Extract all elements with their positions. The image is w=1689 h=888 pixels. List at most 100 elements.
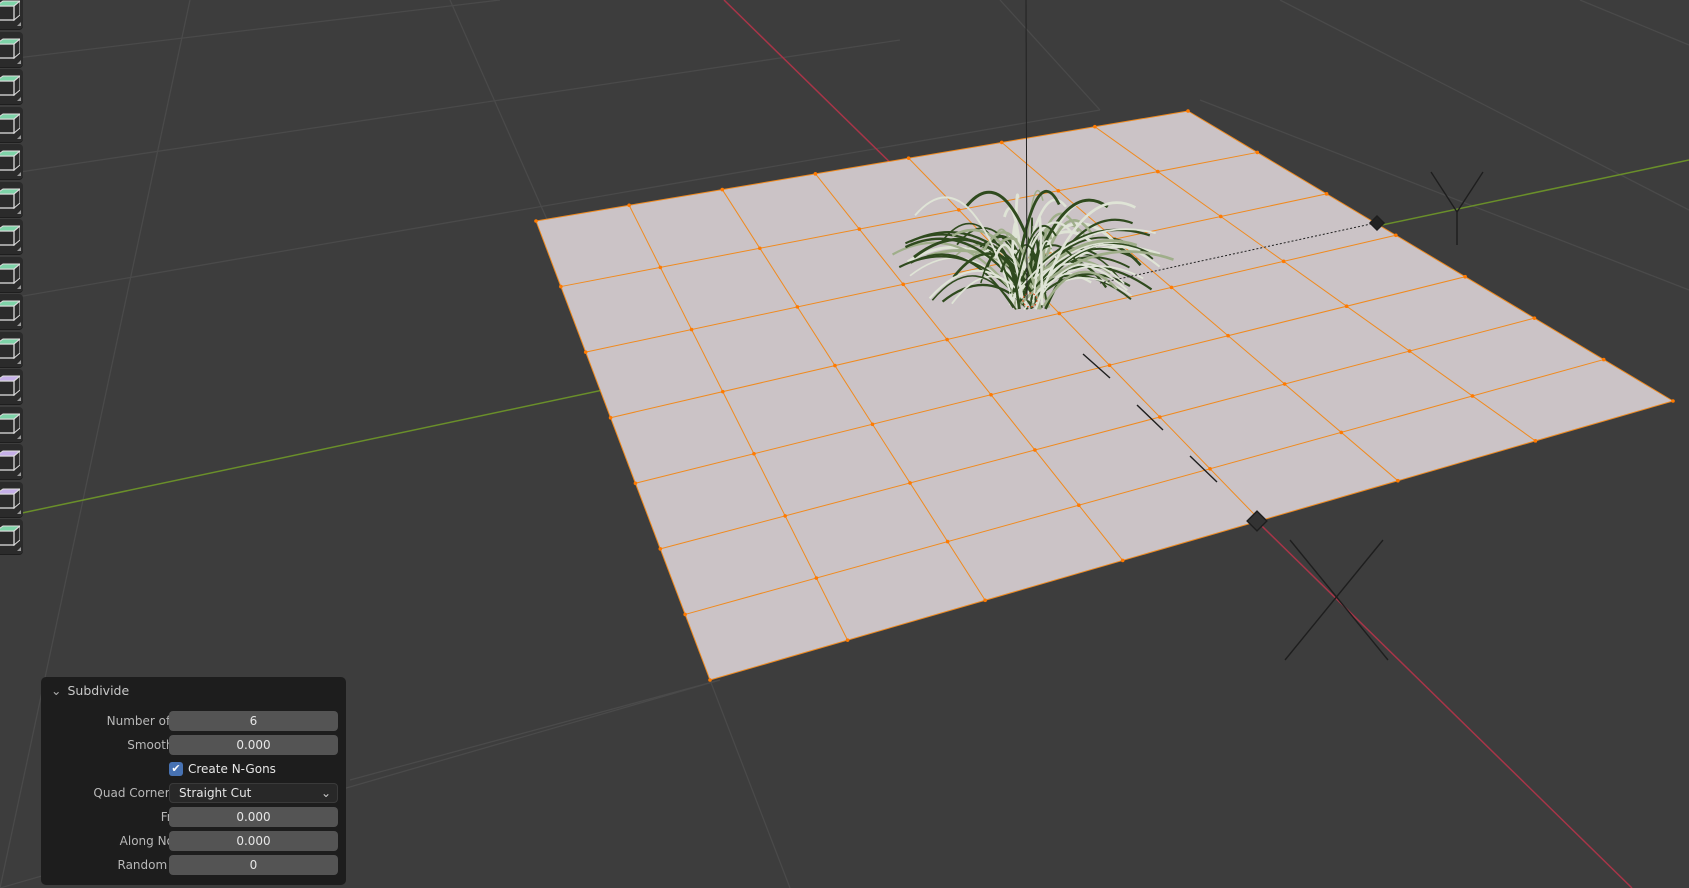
mesh-vertex[interactable] — [708, 678, 712, 682]
smoothness-field[interactable]: 0.000 — [169, 735, 338, 755]
mesh-vertex[interactable] — [833, 363, 837, 368]
quad-corner-type-dropdown[interactable]: Straight Cut ⌄ — [169, 783, 338, 803]
shear-icon — [0, 487, 20, 509]
tool-annotate[interactable] — [0, 0, 23, 30]
mesh-vertex[interactable] — [608, 415, 613, 420]
mesh-vertex[interactable] — [1093, 124, 1097, 129]
knife-icon — [0, 262, 20, 284]
mesh-vertex[interactable] — [720, 389, 725, 394]
mesh-vertex[interactable] — [534, 219, 538, 223]
tool-add-cube[interactable] — [0, 69, 23, 105]
mesh-vertex[interactable] — [857, 227, 862, 231]
tool-knife[interactable] — [0, 256, 23, 293]
mesh-vertex[interactable] — [945, 337, 949, 342]
mesh-vertex[interactable] — [1396, 478, 1400, 483]
mesh-vertex[interactable] — [957, 208, 961, 212]
tool-bevel[interactable] — [0, 181, 23, 218]
number-of-cuts-field[interactable]: 6 — [169, 711, 338, 731]
create-ngons-label[interactable]: Create N-Gons — [188, 762, 276, 776]
mesh-vertex[interactable] — [633, 481, 638, 486]
tool-edge-slide[interactable] — [0, 406, 23, 443]
mesh-vertex[interactable] — [1056, 188, 1061, 193]
mesh-vertex[interactable] — [1169, 285, 1174, 290]
tool-measure[interactable] — [0, 31, 23, 68]
mesh-vertex[interactable] — [845, 638, 850, 642]
mesh-vertex[interactable] — [658, 265, 663, 270]
mesh-vertex[interactable] — [1057, 311, 1062, 316]
bevel-icon — [0, 187, 20, 209]
mesh-vertex[interactable] — [989, 392, 993, 397]
mesh-vertex[interactable] — [1077, 503, 1081, 508]
tool-loop-cut[interactable] — [0, 219, 23, 255]
mesh-vertex[interactable] — [752, 451, 756, 456]
mesh-vertex[interactable] — [689, 327, 694, 332]
measure-icon — [0, 37, 20, 59]
mesh-vertex[interactable] — [814, 576, 819, 580]
create-ngons-checkbox[interactable]: ✔ — [169, 762, 183, 776]
plane-mesh[interactable] — [534, 109, 1675, 682]
mesh-vertex[interactable] — [908, 481, 912, 485]
mesh-vertex[interactable] — [1033, 448, 1037, 452]
fractal-field[interactable]: 0.000 — [169, 807, 338, 827]
mesh-vertex[interactable] — [1255, 150, 1260, 155]
mesh-vertex[interactable] — [1344, 304, 1349, 309]
tool-spin[interactable] — [0, 331, 23, 368]
mesh-vertex[interactable] — [1208, 466, 1212, 471]
mesh-vertex[interactable] — [1532, 316, 1537, 320]
mesh-vertex[interactable] — [627, 203, 631, 208]
tool-inset-faces[interactable] — [0, 144, 23, 180]
tool-poly-build[interactable] — [0, 294, 23, 330]
mesh-vertex[interactable] — [1281, 259, 1286, 264]
mesh-vertex[interactable] — [870, 422, 875, 427]
mesh-vertex[interactable] — [1282, 382, 1287, 386]
quad-corner-type-value: Straight Cut — [179, 786, 252, 800]
mesh-vertex[interactable] — [1470, 394, 1475, 398]
mesh-vertex[interactable] — [1120, 558, 1125, 563]
rip-region-icon — [0, 525, 20, 547]
mesh-vertex[interactable] — [1407, 349, 1412, 353]
mesh-vertex[interactable] — [1601, 357, 1606, 362]
loop-cut-icon — [0, 225, 20, 247]
mesh-vertex[interactable] — [658, 547, 663, 551]
mesh-vertex[interactable] — [783, 514, 787, 518]
along-normal-field[interactable]: 0.000 — [169, 831, 338, 851]
mesh-vertex[interactable] — [683, 612, 687, 617]
mesh-vertex[interactable] — [1394, 233, 1398, 238]
mesh-vertex[interactable] — [906, 156, 911, 160]
mesh-vertex[interactable] — [1157, 415, 1162, 419]
extrude-region-icon — [0, 112, 20, 134]
mesh-vertex[interactable] — [795, 305, 800, 309]
mesh-vertex[interactable] — [1155, 169, 1160, 174]
mesh-vertex[interactable] — [813, 172, 818, 176]
mesh-vertex[interactable] — [1218, 214, 1223, 219]
tool-rip-region[interactable] — [0, 519, 23, 555]
random-seed-field[interactable]: 0 — [169, 855, 338, 875]
mesh-vertex[interactable] — [983, 598, 987, 603]
tool-extrude-region[interactable] — [0, 106, 23, 143]
add-cube-icon — [0, 75, 20, 97]
operator-panel-subdivide: ⌄ Subdivide Number of Cuts 6 Smoothness 0.0… — [41, 677, 346, 885]
mesh-vertex[interactable] — [720, 187, 725, 192]
tool-shrink-fatten[interactable] — [0, 444, 23, 480]
along-normal-row: Along Normal 0.000 — [41, 831, 346, 851]
mesh-vertex[interactable] — [559, 284, 563, 289]
mesh-vertex[interactable] — [999, 140, 1004, 145]
panel-title: Subdivide — [67, 683, 130, 698]
mesh-vertex[interactable] — [901, 282, 906, 287]
panel-header[interactable]: ⌄ Subdivide — [51, 683, 129, 698]
mesh-vertex[interactable] — [1671, 399, 1675, 403]
mesh-vertex[interactable] — [1463, 274, 1467, 279]
tool-smooth[interactable] — [0, 369, 23, 405]
edge-slide-icon — [0, 412, 20, 434]
mesh-vertex[interactable] — [1339, 430, 1344, 435]
mesh-vertex[interactable] — [1324, 192, 1329, 196]
mesh-vertex[interactable] — [1533, 439, 1538, 443]
tool-shear[interactable] — [0, 481, 23, 518]
mesh-vertex[interactable] — [583, 350, 588, 354]
mesh-vertex[interactable] — [1186, 109, 1190, 113]
mesh-vertex[interactable] — [945, 539, 950, 544]
mesh-vertex[interactable] — [1226, 333, 1230, 338]
mesh-vertex[interactable] — [758, 246, 762, 251]
mesh-vertex[interactable] — [1107, 363, 1112, 368]
shrink-fatten-icon — [0, 450, 20, 472]
